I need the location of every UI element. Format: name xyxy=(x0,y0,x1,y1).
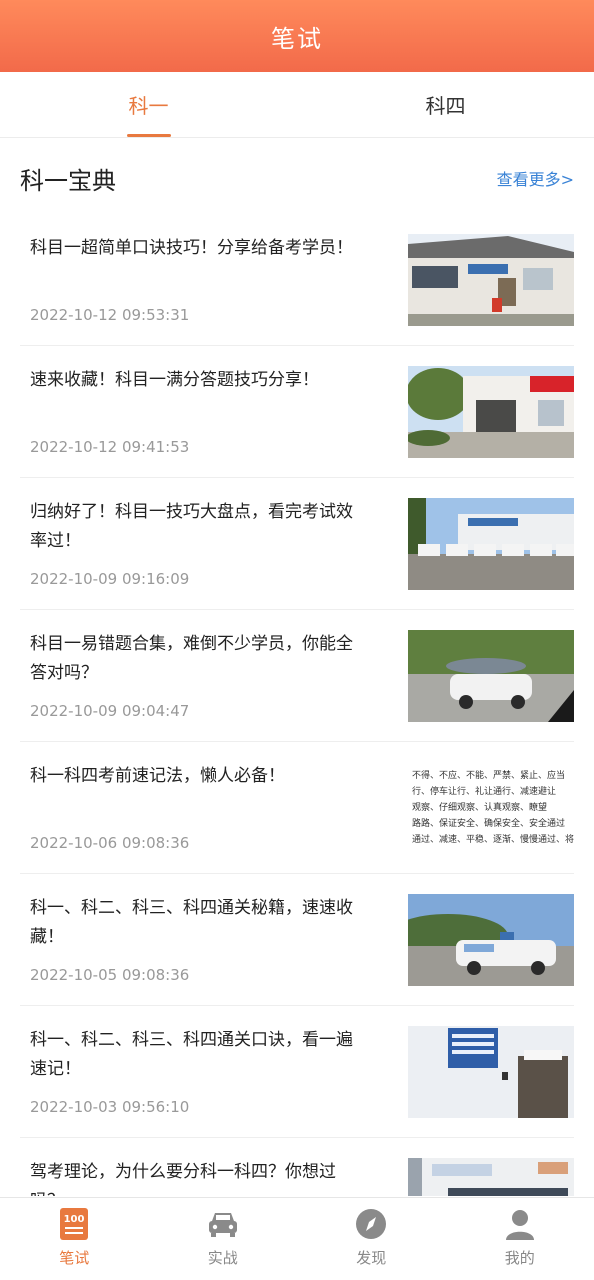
article-list: 科目一超简单口诀技巧！分享给备考学员！ 2022-10-12 09:53:31 … xyxy=(20,214,574,1196)
bottom-tab-bar: 100 笔试 实战 发现 我的 xyxy=(0,1197,594,1280)
article-date: 2022-10-06 09:08:36 xyxy=(30,834,190,852)
compass-icon xyxy=(356,1209,387,1239)
article-date: 2022-10-12 09:53:31 xyxy=(30,306,190,324)
article-item[interactable]: 科一、科二、科三、科四通关口诀，看一遍速记！ 2022-10-03 09:56:… xyxy=(20,1006,574,1138)
thumb-text-line: 观察、仔细观察、认真观察、瞭望 xyxy=(412,803,548,813)
article-thumbnail xyxy=(408,1158,574,1196)
article-item[interactable]: 科目一易错题合集，难倒不少学员，你能全答对吗？ 2022-10-09 09:04… xyxy=(20,610,574,742)
article-thumbnail xyxy=(408,498,574,590)
article-item[interactable]: 速来收藏！科目一满分答题技巧分享！ 2022-10-12 09:41:53 xyxy=(20,346,574,478)
car-icon xyxy=(208,1213,237,1237)
article-date: 2022-10-12 09:41:53 xyxy=(30,438,190,456)
article-thumbnail xyxy=(408,1026,574,1118)
thumb-text-line: 不得、不应、不能、严禁、紧止、应当 xyxy=(412,771,566,781)
tabbar-item-exam[interactable]: 100 笔试 xyxy=(0,1198,149,1280)
user-icon xyxy=(505,1210,534,1240)
svg-text:100: 100 xyxy=(64,1214,85,1225)
article-title: 科一、科二、科三、科四通关口诀，看一遍速记！ xyxy=(30,1030,353,1079)
article-item[interactable]: 科一、科二、科三、科四通关秘籍，速速收藏！ 2022-10-05 09:08:3… xyxy=(20,874,574,1006)
thumb-text-line: 行、停车让行、礼让通行、减速避让 xyxy=(412,787,557,797)
article-item[interactable]: 归纳好了！科目一技巧大盘点，看完考试效率过！ 2022-10-09 09:16:… xyxy=(20,478,574,610)
article-date: 2022-10-09 09:04:47 xyxy=(30,702,190,720)
article-date: 2022-10-09 09:16:09 xyxy=(30,570,190,588)
tabbar-item-practice[interactable]: 实战 xyxy=(149,1198,298,1280)
tabbar-label: 笔试 xyxy=(59,1249,90,1267)
tab-subject-four[interactable]: 科四 xyxy=(297,72,594,137)
article-title: 归纳好了！科目一技巧大盘点，看完考试效率过！ xyxy=(30,502,353,551)
article-thumbnail xyxy=(408,630,574,722)
section-header: 科一宝典 查看更多> xyxy=(20,138,574,218)
article-thumbnail xyxy=(408,894,574,986)
article-date: 2022-10-03 09:56:10 xyxy=(30,1098,190,1116)
article-title: 科目一超简单口诀技巧！分享给备考学员！ xyxy=(30,238,353,258)
article-title: 科一、科二、科三、科四通关秘籍，速速收藏！ xyxy=(30,898,353,947)
article-thumbnail xyxy=(408,234,574,326)
article-title: 科目一易错题合集，难倒不少学员，你能全答对吗？ xyxy=(30,634,353,683)
article-item[interactable]: 科目一超简单口诀技巧！分享给备考学员！ 2022-10-12 09:53:31 xyxy=(20,214,574,346)
tabbar-label: 发现 xyxy=(356,1249,387,1267)
tabbar-label: 实战 xyxy=(207,1249,238,1267)
page-title: 笔试 xyxy=(271,24,323,53)
article-item[interactable]: 科一科四考前速记法，懒人必备！ 2022-10-06 09:08:36 不得、不… xyxy=(20,742,574,874)
tabbar-item-discover[interactable]: 发现 xyxy=(297,1198,446,1280)
tabbar-item-mine[interactable]: 我的 xyxy=(446,1198,594,1280)
article-title: 科一科四考前速记法，懒人必备！ xyxy=(30,766,285,786)
article-thumbnail-text-image: 不得、不应、不能、严禁、紧止、应当 行、停车让行、礼让通行、减速避让 观察、仔细… xyxy=(408,762,574,854)
tabbar-label: 我的 xyxy=(504,1249,535,1267)
article-thumbnail xyxy=(408,366,574,458)
thumb-text-line: 路路、保证安全、确保安全、安全通过 xyxy=(412,819,566,829)
section-title: 科一宝典 xyxy=(20,166,116,195)
exam-100-icon: 100 xyxy=(60,1208,89,1240)
tab-subject-one[interactable]: 科一 xyxy=(0,72,297,137)
app-header: 笔试 xyxy=(0,0,594,72)
view-more-link[interactable]: 查看更多> xyxy=(497,166,574,190)
article-date: 2022-10-05 09:08:36 xyxy=(30,966,190,984)
article-title: 驾考理论，为什么要分科一科四？你想过吗？ xyxy=(30,1162,336,1196)
article-title: 速来收藏！科目一满分答题技巧分享！ xyxy=(30,370,319,390)
article-item[interactable]: 驾考理论，为什么要分科一科四？你想过吗？ xyxy=(20,1138,574,1196)
subject-tabs: 科一 科四 xyxy=(0,72,594,138)
thumb-text-line: 通过、减速、平稳、逐渐、慢慢通过、将速度 xyxy=(412,835,574,845)
